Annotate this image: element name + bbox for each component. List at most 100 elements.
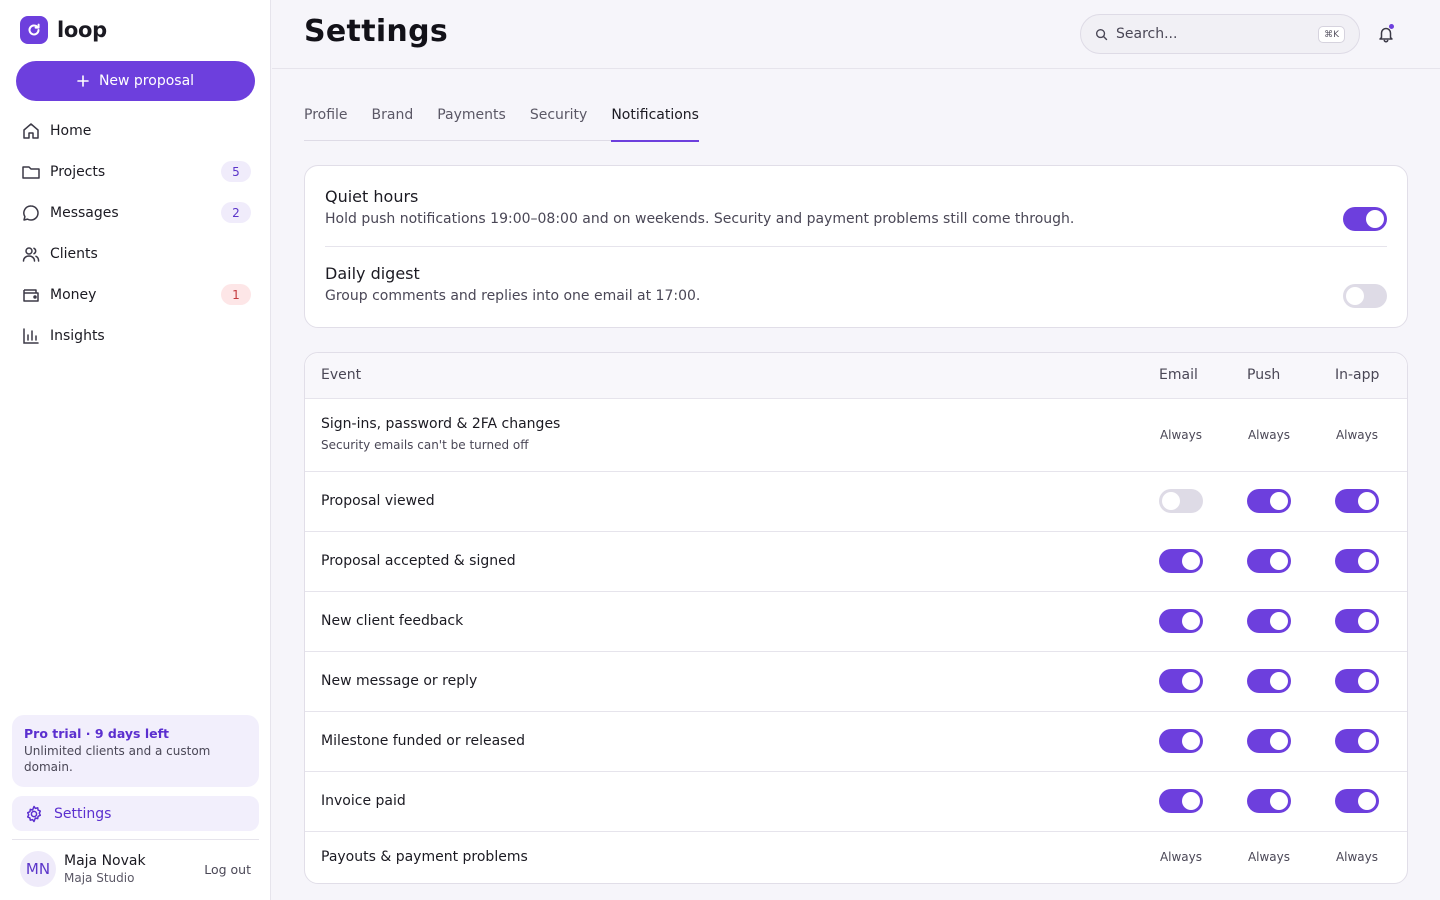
event-name: New message or reply (321, 673, 478, 689)
message-icon (20, 202, 42, 224)
column-header-email: Email (1159, 367, 1198, 383)
user-org: Maja Studio (64, 871, 135, 885)
sidebar-item-home[interactable]: Home (12, 110, 259, 151)
table-row: Payouts & payment problems Always Always Al… (305, 832, 1407, 883)
always-on-label: Always (1159, 850, 1203, 864)
quiet-hours-toggle[interactable] (1343, 207, 1387, 231)
sidebar-item-money[interactable]: Money 1 (12, 274, 259, 315)
divider (12, 839, 259, 840)
push-toggle[interactable] (1247, 609, 1291, 633)
trial-banner[interactable]: Pro trial · 9 days left Unlimited client… (12, 715, 259, 787)
inapp-toggle[interactable] (1335, 549, 1379, 573)
search-icon (1095, 28, 1108, 41)
shortcut-hint: ⌘K (1318, 26, 1345, 43)
push-cell (1241, 669, 1297, 696)
push-toggle[interactable] (1247, 729, 1291, 753)
table-row: New message or reply (305, 652, 1407, 712)
inapp-toggle[interactable] (1335, 609, 1379, 633)
email-toggle[interactable] (1159, 489, 1203, 513)
sidebar-item-projects[interactable]: Projects 5 (12, 151, 259, 192)
inapp-toggle[interactable] (1335, 669, 1379, 693)
push-toggle[interactable] (1247, 549, 1291, 573)
email-cell (1153, 729, 1209, 756)
trial-title: Pro trial · 9 days left (24, 726, 170, 741)
event-name: Sign-ins, password & 2FA changes (321, 416, 561, 432)
email-toggle[interactable] (1159, 669, 1203, 693)
push-cell (1241, 609, 1297, 636)
tab-brand[interactable]: Brand (372, 104, 414, 141)
push-cell (1241, 729, 1297, 756)
email-toggle[interactable] (1159, 609, 1203, 633)
email-toggle[interactable] (1159, 729, 1203, 753)
push-cell (1241, 789, 1297, 816)
email-toggle[interactable] (1159, 789, 1203, 813)
notifications-button[interactable] (1372, 22, 1400, 46)
inapp-cell (1329, 789, 1385, 816)
setting-title: Daily digest (325, 264, 420, 283)
plus-icon (77, 75, 89, 87)
sidebar-item-clients[interactable]: Clients (12, 233, 259, 274)
new-proposal-label: New proposal (98, 73, 195, 89)
inapp-cell (1329, 729, 1385, 756)
event-name: Milestone funded or released (321, 733, 525, 749)
table-row: Sign-ins, password & 2FA changes Security… (305, 399, 1407, 472)
settings-label: Settings (54, 805, 112, 822)
logo[interactable]: loop (20, 16, 107, 44)
sidebar: loop New proposal Home Projects 5 Messag… (0, 0, 271, 900)
event-name: Invoice paid (321, 793, 406, 809)
column-header-event: Event (321, 367, 362, 383)
table-row: New client feedback (305, 592, 1407, 652)
logout-link[interactable]: Log out (204, 862, 251, 877)
gear-icon (24, 804, 44, 824)
notification-preferences-card: Quiet hours Hold push notifications 19:0… (304, 165, 1408, 328)
table-row: Invoice paid (305, 772, 1407, 832)
table-header: Event Email Push In-app (305, 353, 1407, 399)
search-input[interactable] (1116, 26, 1306, 42)
settings-tabs: Profile Brand Payments Security Notifica… (304, 104, 699, 142)
tab-profile[interactable]: Profile (304, 104, 348, 141)
column-header-in-app: In-app (1335, 367, 1380, 383)
inapp-toggle[interactable] (1335, 729, 1379, 753)
push-cell (1241, 489, 1297, 516)
email-cell (1153, 489, 1209, 516)
home-icon (20, 120, 42, 142)
sidebar-nav: Home Projects 5 Messages 2 Clients Money… (12, 110, 259, 356)
search-box[interactable]: ⌘K (1080, 14, 1360, 54)
sidebar-item-messages[interactable]: Messages 2 (12, 192, 259, 233)
count-badge: 5 (221, 161, 251, 182)
push-toggle[interactable] (1247, 789, 1291, 813)
avatar[interactable]: MN (20, 851, 56, 887)
table-row: Proposal viewed (305, 472, 1407, 532)
event-name: New client feedback (321, 613, 464, 629)
column-header-push: Push (1247, 367, 1281, 383)
event-name: Proposal viewed (321, 493, 435, 509)
daily-digest-setting: Daily digest Group comments and replies … (325, 264, 1387, 308)
app-name: loop (57, 18, 107, 42)
email-cell (1153, 669, 1209, 696)
push-toggle[interactable] (1247, 669, 1291, 693)
event-name: Proposal accepted & signed (321, 553, 516, 569)
tab-security[interactable]: Security (530, 104, 588, 141)
divider (325, 246, 1387, 247)
table-row: Milestone funded or released (305, 712, 1407, 772)
setting-description: Group comments and replies into one emai… (325, 288, 701, 304)
tab-notifications[interactable]: Notifications (611, 104, 699, 142)
daily-digest-toggle[interactable] (1343, 284, 1387, 308)
always-on-label: Always (1247, 428, 1291, 442)
push-toggle[interactable] (1247, 489, 1291, 513)
email-cell (1153, 609, 1209, 636)
email-toggle[interactable] (1159, 549, 1203, 573)
always-on-label: Always (1335, 428, 1379, 442)
sidebar-item-label: Home (50, 122, 92, 139)
inapp-toggle[interactable] (1335, 789, 1379, 813)
sidebar-item-settings[interactable]: Settings (12, 796, 259, 831)
always-on-label: Always (1159, 428, 1203, 442)
count-badge: 2 (221, 202, 251, 223)
sidebar-item-insights[interactable]: Insights (12, 315, 259, 356)
inapp-toggle[interactable] (1335, 489, 1379, 513)
sidebar-item-label: Money (50, 286, 97, 303)
new-proposal-button[interactable]: New proposal (16, 61, 255, 101)
inapp-cell (1329, 489, 1385, 516)
tab-payments[interactable]: Payments (437, 104, 506, 141)
chart-icon (20, 325, 42, 347)
